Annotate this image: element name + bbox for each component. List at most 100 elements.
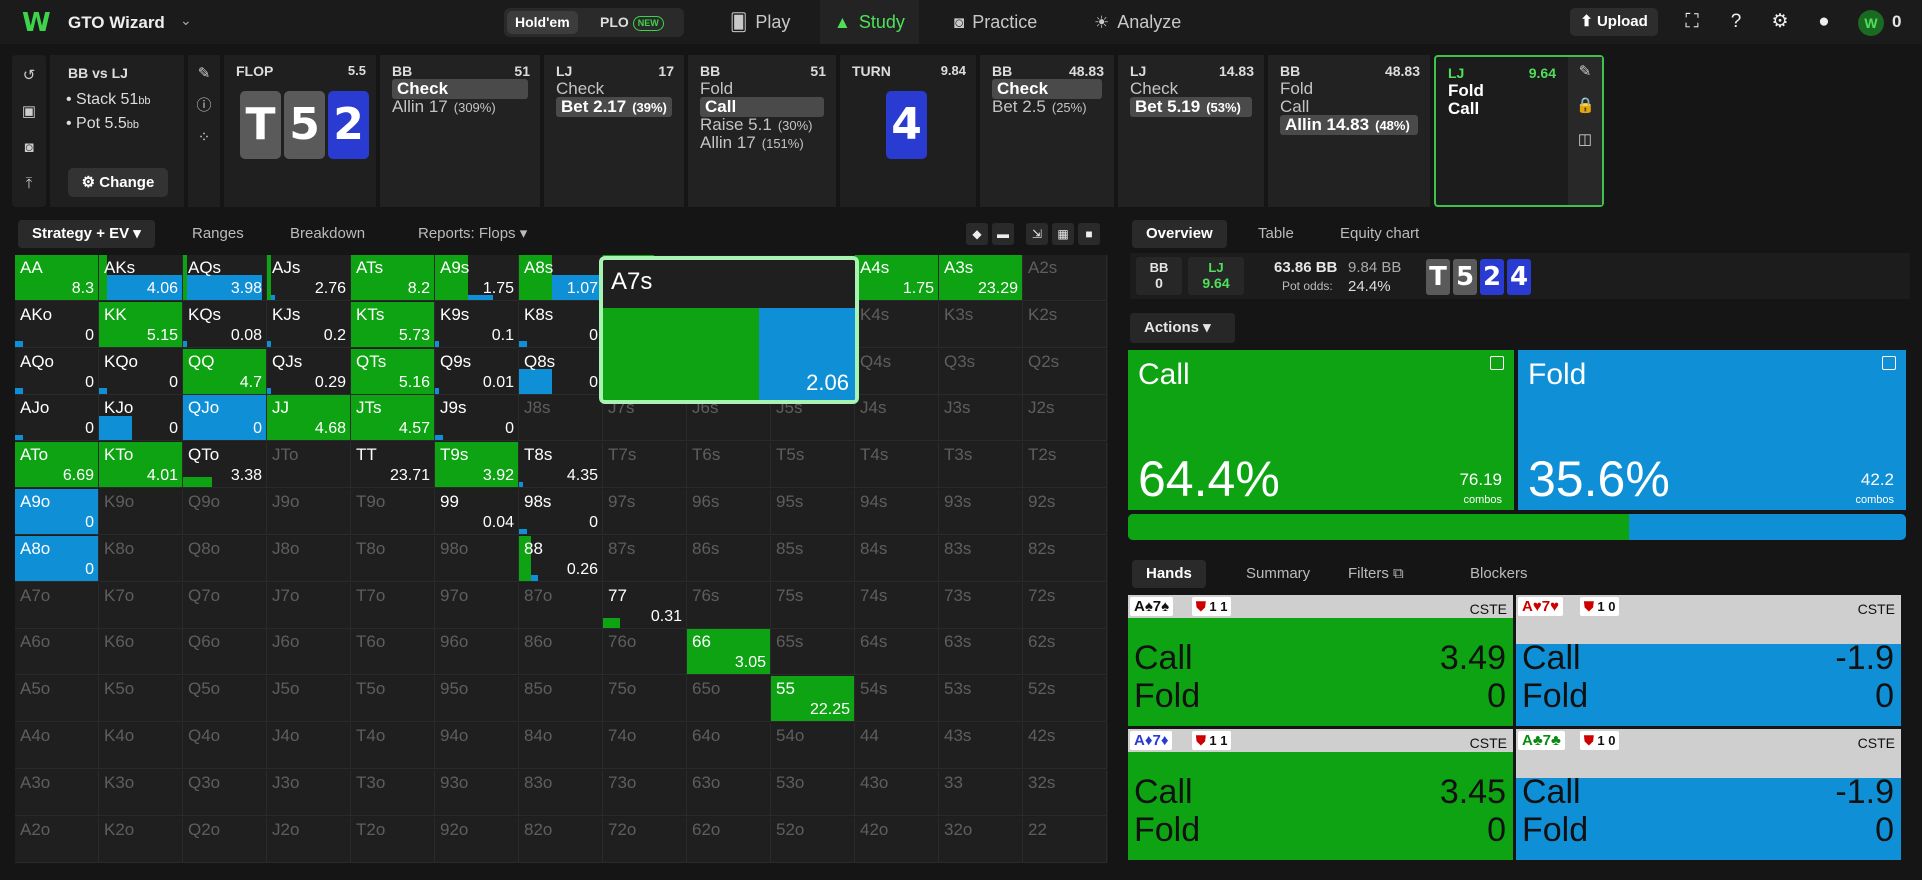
- hand-cell[interactable]: KTo 4.01: [99, 442, 183, 489]
- hand-cell[interactable]: J3s: [939, 395, 1023, 442]
- hand-cell[interactable]: 84s: [855, 535, 939, 582]
- hand-cell[interactable]: 87o: [519, 582, 603, 629]
- action-option[interactable]: Check: [392, 79, 528, 99]
- hand-cell[interactable]: K8s 0: [519, 301, 603, 348]
- hand-cell[interactable]: 73o: [603, 769, 687, 816]
- hand-cell[interactable]: KK 5.15: [99, 301, 183, 348]
- hand-cell[interactable]: T6o: [351, 629, 435, 676]
- save-icon[interactable]: ▣: [20, 103, 38, 121]
- combo-card[interactable]: A♥7♥ ⛊ 1 0 CSTE Call -1.9 Fold 0: [1516, 595, 1901, 726]
- hand-cell[interactable]: J7o: [267, 582, 351, 629]
- undo-icon[interactable]: ↺: [20, 67, 38, 85]
- hand-cell[interactable]: A8s 1.07: [519, 255, 603, 301]
- hand-cell[interactable]: A2o: [15, 816, 99, 863]
- hand-cell[interactable]: T7s: [603, 442, 687, 489]
- nav-analyze[interactable]: ☀ Analyze: [1080, 0, 1195, 44]
- hand-cell[interactable]: AQs 3.98: [183, 255, 267, 301]
- action-column[interactable]: BB 51 Check Allin 17 (309%): [380, 55, 540, 207]
- hand-cell[interactable]: KTs 5.73: [351, 301, 435, 348]
- hand-cell[interactable]: TT 23.71: [351, 442, 435, 489]
- hand-cell[interactable]: 96o: [435, 629, 519, 676]
- hand-cell[interactable]: 65s: [771, 629, 855, 676]
- hand-cell[interactable]: 74s: [855, 582, 939, 629]
- hand-cell[interactable]: Q8o: [183, 535, 267, 582]
- hand-cell[interactable]: J8o: [267, 535, 351, 582]
- hand-cell[interactable]: 54s: [855, 676, 939, 723]
- action-option[interactable]: Check: [1130, 79, 1178, 99]
- hand-cell[interactable]: AKo 0: [15, 301, 99, 348]
- hand-cell[interactable]: J9o: [267, 489, 351, 535]
- hand-cell[interactable]: Q3o: [183, 769, 267, 816]
- hand-cell[interactable]: 42s: [1023, 723, 1107, 769]
- screenshot-icon[interactable]: ⛶: [1680, 10, 1704, 34]
- hand-cell[interactable]: Q4o: [183, 723, 267, 769]
- hand-cell[interactable]: 63o: [687, 769, 771, 816]
- hand-cell[interactable]: K4o: [99, 723, 183, 769]
- layout-icon[interactable]: ▬: [992, 223, 1014, 245]
- hand-cell[interactable]: 43o: [855, 769, 939, 816]
- action-option[interactable]: Fold: [1280, 79, 1313, 99]
- hand-cell[interactable]: Q6o: [183, 629, 267, 676]
- hand-cell[interactable]: 74o: [603, 723, 687, 769]
- hand-cell[interactable]: Q5o: [183, 676, 267, 723]
- hand-cell[interactable]: 97o: [435, 582, 519, 629]
- hand-cell[interactable]: 73s: [939, 582, 1023, 629]
- tab-equity-chart[interactable]: Equity chart: [1326, 220, 1433, 248]
- hand-cell[interactable]: AQo 0: [15, 348, 99, 395]
- hand-cell[interactable]: JJ 4.68: [267, 395, 351, 442]
- hand-cell[interactable]: KJo 0: [99, 395, 183, 442]
- hand-cell[interactable]: A7o: [15, 582, 99, 629]
- hand-cell[interactable]: 52s: [1023, 676, 1107, 723]
- hand-cell[interactable]: T8s 4.35: [519, 442, 603, 489]
- hand-cell[interactable]: A4o: [15, 723, 99, 769]
- flop-panel[interactable]: FLOP 5.5 T 5 2: [224, 55, 376, 207]
- hand-cell[interactable]: KJs 0.2: [267, 301, 351, 348]
- hand-cell[interactable]: T3o: [351, 769, 435, 816]
- action-column[interactable]: LJ 14.83 Check Bet 5.19 (53%): [1118, 55, 1264, 207]
- details-icon[interactable]: [1882, 356, 1896, 370]
- hand-cell[interactable]: 85o: [519, 676, 603, 723]
- hand-cell[interactable]: QJs 0.29: [267, 348, 351, 395]
- tab-table[interactable]: Table: [1244, 220, 1308, 248]
- hand-cell[interactable]: A8o 0: [15, 535, 99, 582]
- action-option[interactable]: Allin 14.83 (48%): [1280, 115, 1418, 135]
- hand-cell[interactable]: KQo 0: [99, 348, 183, 395]
- details-icon[interactable]: [1490, 356, 1504, 370]
- hand-cell[interactable]: ATs 8.2: [351, 255, 435, 301]
- hand-cell[interactable]: 86s: [687, 535, 771, 582]
- hand-cell[interactable]: 93o: [435, 769, 519, 816]
- action-option[interactable]: Check: [992, 79, 1102, 99]
- gamepad-icon[interactable]: ◙: [20, 139, 38, 157]
- current-action-column[interactable]: ✎ 🔒 ◫ LJ 9.64 Fold Call: [1434, 55, 1604, 207]
- hand-cell[interactable]: 72s: [1023, 582, 1107, 629]
- hand-cell[interactable]: 88 0.26: [519, 535, 603, 582]
- change-button[interactable]: ⚙ Change: [68, 168, 168, 197]
- hand-cell[interactable]: QTo 3.38: [183, 442, 267, 489]
- action-option[interactable]: Bet 2.17 (39%): [556, 97, 672, 117]
- hand-cell[interactable]: K9o: [99, 489, 183, 535]
- hand-cell[interactable]: J5o: [267, 676, 351, 723]
- turn-panel[interactable]: TURN 9.84 4: [840, 55, 976, 207]
- hand-cell[interactable]: T5o: [351, 676, 435, 723]
- hand-cell[interactable]: T4s: [855, 442, 939, 489]
- hand-cell[interactable]: K3s: [939, 301, 1023, 348]
- hand-cell[interactable]: Q3s: [939, 348, 1023, 395]
- hand-cell[interactable]: J2o: [267, 816, 351, 863]
- help-icon[interactable]: ?: [1724, 10, 1748, 34]
- hand-cell[interactable]: T9s 3.92: [435, 442, 519, 489]
- hand-cell[interactable]: J4o: [267, 723, 351, 769]
- hand-cell[interactable]: 86o: [519, 629, 603, 676]
- hand-cell[interactable]: 83s: [939, 535, 1023, 582]
- hand-cell[interactable]: A2s: [1023, 255, 1107, 301]
- hand-cell[interactable]: 93s: [939, 489, 1023, 535]
- action-column[interactable]: BB 48.83 Fold Call Allin 14.83 (48%): [1268, 55, 1430, 207]
- collapse-icon[interactable]: ⤒: [20, 175, 38, 193]
- combo-card[interactable]: A♣7♣ ⛊ 1 0 CSTE Call -1.9 Fold 0: [1516, 729, 1901, 860]
- tab-blockers[interactable]: Blockers: [1456, 560, 1542, 588]
- hand-cell[interactable]: T7o: [351, 582, 435, 629]
- hand-cell[interactable]: T2o: [351, 816, 435, 863]
- lock-icon[interactable]: 🔒: [1576, 97, 1595, 115]
- hand-cell[interactable]: QJo 0: [183, 395, 267, 442]
- hand-cell[interactable]: T3s: [939, 442, 1023, 489]
- tab-strategy-ev[interactable]: Strategy + EV ▾: [18, 220, 155, 248]
